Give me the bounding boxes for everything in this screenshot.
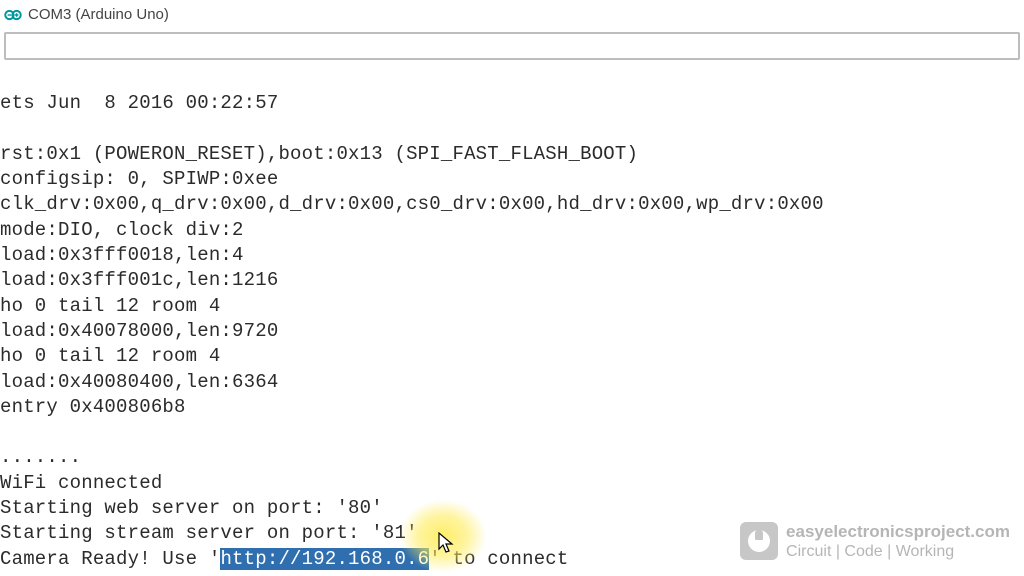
- watermark-text: easyelectronicsproject.com Circuit | Cod…: [786, 523, 1010, 560]
- output-line: configsip: 0, SPIWP:0xee: [0, 168, 278, 190]
- output-line: load:0x3fff0018,len:4: [0, 244, 244, 266]
- output-line: rst:0x1 (POWERON_RESET),boot:0x13 (SPI_F…: [0, 143, 638, 165]
- arduino-icon: [4, 6, 22, 24]
- watermark-tagline: Circuit | Code | Working: [786, 544, 1010, 560]
- output-line: ho 0 tail 12 room 4: [0, 295, 220, 317]
- output-line: .......: [0, 446, 81, 468]
- output-line: load:0x40080400,len:6364: [0, 371, 278, 393]
- output-line: load:0x40078000,len:9720: [0, 320, 278, 342]
- serial-output[interactable]: ets Jun 8 2016 00:22:57 rst:0x1 (POWERON…: [0, 64, 1024, 572]
- watermark-logo-icon: [740, 522, 778, 560]
- output-line: ets Jun 8 2016 00:22:57: [0, 92, 278, 114]
- output-text: Camera Ready! Use ': [0, 548, 220, 570]
- selected-url: http://192.168.0.6: [220, 548, 429, 570]
- window-title: COM3 (Arduino Uno): [28, 6, 169, 23]
- output-line: Starting web server on port: '80': [0, 497, 383, 519]
- output-line: entry 0x400806b8: [0, 396, 186, 418]
- output-line: mode:DIO, clock div:2: [0, 219, 244, 241]
- output-line: load:0x3fff001c,len:1216: [0, 269, 278, 291]
- output-line: Camera Ready! Use 'http://192.168.0.6' t…: [0, 548, 569, 570]
- send-input-row[interactable]: [4, 32, 1020, 60]
- title-bar: COM3 (Arduino Uno): [0, 0, 1024, 30]
- watermark: easyelectronicsproject.com Circuit | Cod…: [740, 522, 1010, 560]
- output-text: ' to connect: [429, 548, 568, 570]
- watermark-url: easyelectronicsproject.com: [786, 523, 1010, 540]
- output-line: WiFi connected: [0, 472, 162, 494]
- output-line: Starting stream server on port: '81': [0, 522, 418, 544]
- output-line: ho 0 tail 12 room 4: [0, 345, 220, 367]
- output-line: clk_drv:0x00,q_drv:0x00,d_drv:0x00,cs0_d…: [0, 193, 824, 215]
- send-input[interactable]: [6, 34, 1018, 58]
